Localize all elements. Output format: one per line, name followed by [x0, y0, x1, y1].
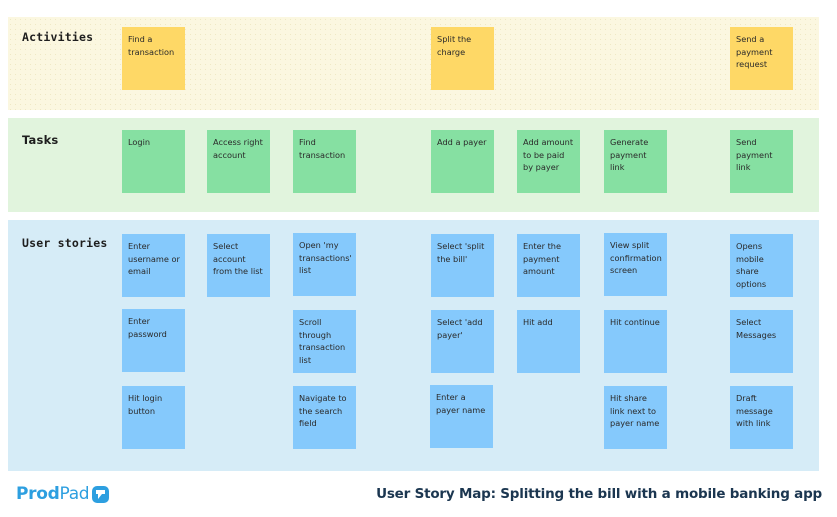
story-note[interactable]: Open 'my transactions' list	[293, 233, 356, 296]
story-note[interactable]: View split confirmation screen	[604, 233, 667, 296]
story-note[interactable]: Enter the payment amount	[517, 234, 580, 297]
story-note[interactable]: Draft message with link	[730, 386, 793, 449]
map-title: User Story Map: Splitting the bill with …	[376, 486, 822, 502]
story-note[interactable]: Opens mobile share options	[730, 234, 793, 297]
story-note[interactable]: Select 'split the bill'	[431, 234, 494, 297]
activity-note[interactable]: Send a payment request	[730, 27, 793, 90]
task-note[interactable]: Find transaction	[293, 130, 356, 193]
story-note[interactable]: Enter username or email	[122, 234, 185, 297]
story-note[interactable]: Enter a payer name	[430, 385, 493, 448]
story-note[interactable]: Navigate to the search field	[293, 386, 356, 449]
prodpad-logo[interactable]: ProdPad	[16, 484, 110, 504]
task-note[interactable]: Send payment link	[730, 130, 793, 193]
task-note[interactable]: Access right account	[207, 130, 270, 193]
user-stories-label: User stories	[22, 236, 108, 250]
story-note[interactable]: Enter password	[122, 309, 185, 372]
activity-note[interactable]: Find a transaction	[122, 27, 185, 90]
task-note[interactable]: Add amount to be paid by payer	[517, 130, 580, 193]
story-note[interactable]: Hit continue	[604, 310, 667, 373]
task-note[interactable]: Generate payment link	[604, 130, 667, 193]
story-note[interactable]: Scroll through transaction list	[293, 310, 356, 373]
prodpad-logo-icon	[92, 485, 110, 503]
story-note[interactable]: Hit add	[517, 310, 580, 373]
task-note[interactable]: Add a payer	[431, 130, 494, 193]
task-note[interactable]: Login	[122, 130, 185, 193]
tasks-label: Tasks	[22, 133, 59, 147]
story-note[interactable]: Select Messages	[730, 310, 793, 373]
story-note[interactable]: Hit share link next to payer name	[604, 386, 667, 449]
story-note[interactable]: Select account from the list	[207, 234, 270, 297]
logo-wordmark: ProdPad	[16, 484, 90, 504]
activities-label: Activities	[22, 30, 94, 44]
story-note[interactable]: Hit login button	[122, 386, 185, 449]
story-note[interactable]: Select 'add payer'	[431, 310, 494, 373]
activity-note[interactable]: Split the charge	[431, 27, 494, 90]
